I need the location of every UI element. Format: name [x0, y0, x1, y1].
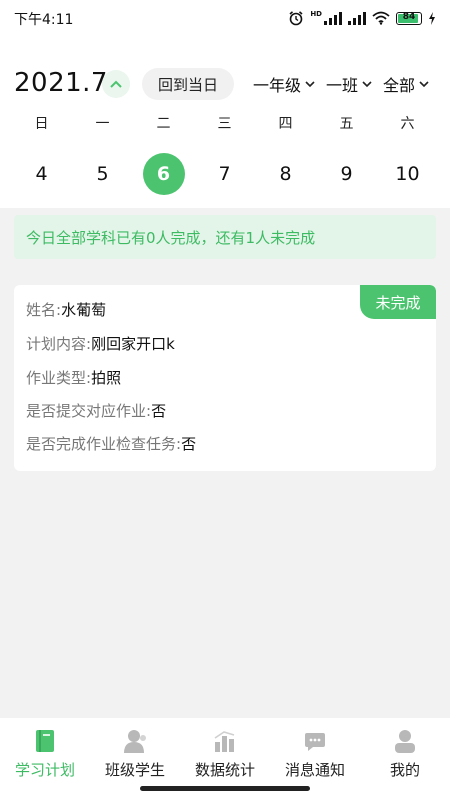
day-cell[interactable]: 7	[194, 152, 255, 196]
day-number: 4	[35, 163, 48, 185]
status-bar: 下午4:11 HD 84	[0, 0, 450, 36]
month-label: 2021.7	[14, 68, 108, 98]
charging-icon	[429, 11, 435, 25]
day-cell[interactable]: 8	[255, 152, 316, 196]
signal-icon	[324, 11, 342, 25]
card-label: 是否完成作业检查任务:	[26, 435, 182, 453]
card-row-name: 姓名: 水葡萄	[26, 299, 106, 320]
chevron-down-icon	[362, 80, 372, 87]
day-number: 8	[279, 163, 292, 185]
subject-dropdown-label: 全部	[383, 76, 416, 95]
nav-label: 学习计划	[14, 761, 75, 779]
card-value: 否	[151, 402, 167, 420]
weekday-label: 日	[34, 116, 49, 132]
battery-icon: 84	[396, 11, 422, 25]
status-icons: HD 84	[288, 8, 436, 28]
collapse-calendar-button[interactable]	[102, 70, 130, 98]
day-number: 7	[218, 163, 231, 185]
subject-dropdown[interactable]: 全部	[383, 72, 429, 96]
card-label: 是否提交对应作业:	[26, 402, 152, 420]
grade-dropdown[interactable]: 一年级	[253, 72, 315, 96]
weekday-label: 六	[400, 116, 415, 132]
day-cell[interactable]: 10	[377, 152, 438, 196]
profile-icon	[395, 730, 415, 753]
card-row-submitted: 是否提交对应作业: 否	[26, 400, 166, 421]
battery-text: 84	[402, 11, 416, 22]
card-value: 否	[181, 435, 197, 453]
weekday-label: 一	[95, 116, 110, 132]
card-label: 计划内容:	[26, 335, 92, 353]
card-value: 刚回家开口k	[91, 335, 175, 353]
nav-item-messages[interactable]: 消息通知	[270, 718, 360, 788]
network-hd-icon: HD	[310, 10, 322, 18]
bar-chart-icon	[214, 731, 235, 752]
plan-card[interactable]: 未完成 姓名: 水葡萄 计划内容: 刚回家开口k 作业类型: 拍照 是否提交对应…	[14, 285, 436, 471]
card-row-type: 作业类型: 拍照	[26, 367, 121, 388]
nav-label: 消息通知	[284, 761, 345, 779]
week-days: 4 5 6 7 8 9 10	[0, 152, 450, 196]
chat-bubble-icon	[305, 733, 325, 751]
chevron-down-icon	[305, 80, 315, 87]
nav-item-data-stats[interactable]: 数据统计	[180, 718, 270, 788]
card-row-plan: 计划内容: 刚回家开口k	[26, 333, 175, 354]
day-cell[interactable]: 5	[72, 152, 133, 196]
day-cell[interactable]: 4	[11, 152, 72, 196]
card-value: 拍照	[91, 369, 122, 387]
class-dropdown[interactable]: 一班	[326, 72, 372, 96]
back-to-today-button[interactable]: 回到当日	[142, 68, 234, 100]
card-value: 水葡萄	[61, 301, 107, 319]
class-dropdown-label: 一班	[326, 76, 359, 95]
weekday-labels: 日 一 二 三 四 五 六	[0, 113, 450, 135]
status-time: 下午4:11	[14, 12, 74, 28]
alarm-icon	[289, 11, 303, 26]
day-cell-selected[interactable]: 6	[133, 152, 194, 196]
day-cell[interactable]: 9	[316, 152, 377, 196]
signal-2-icon	[348, 11, 366, 25]
book-icon	[36, 730, 54, 752]
nav-label: 数据统计	[194, 761, 255, 779]
nav-item-class-students[interactable]: 班级学生	[90, 718, 180, 788]
weekday-label: 二	[156, 116, 171, 132]
day-number: 10	[395, 163, 420, 185]
grade-dropdown-label: 一年级	[253, 76, 302, 95]
nav-item-mine[interactable]: 我的	[360, 718, 450, 788]
home-indicator[interactable]	[140, 786, 310, 791]
weekday-label: 四	[278, 116, 293, 132]
status-badge: 未完成	[360, 285, 436, 319]
day-number: 5	[96, 163, 109, 185]
nav-label: 班级学生	[104, 761, 165, 779]
day-number: 9	[340, 163, 353, 185]
card-label: 姓名:	[26, 301, 62, 319]
card-row-checked: 是否完成作业检查任务: 否	[26, 433, 196, 454]
selected-day-number: 6	[142, 153, 185, 195]
completion-summary: 今日全部学科已有0人完成，还有1人未完成	[14, 215, 436, 259]
person-icon	[124, 730, 146, 753]
nav-label: 我的	[389, 761, 420, 779]
chevron-down-icon	[419, 80, 429, 87]
weekday-label: 三	[217, 116, 232, 132]
weekday-label: 五	[339, 116, 354, 132]
chevron-up-icon	[110, 80, 122, 88]
nav-item-study-plan[interactable]: 学习计划	[0, 718, 90, 788]
card-label: 作业类型:	[26, 369, 92, 387]
calendar-header: 2021.7 回到当日 一年级 一班 全部	[0, 62, 450, 106]
wifi-icon	[372, 11, 390, 25]
